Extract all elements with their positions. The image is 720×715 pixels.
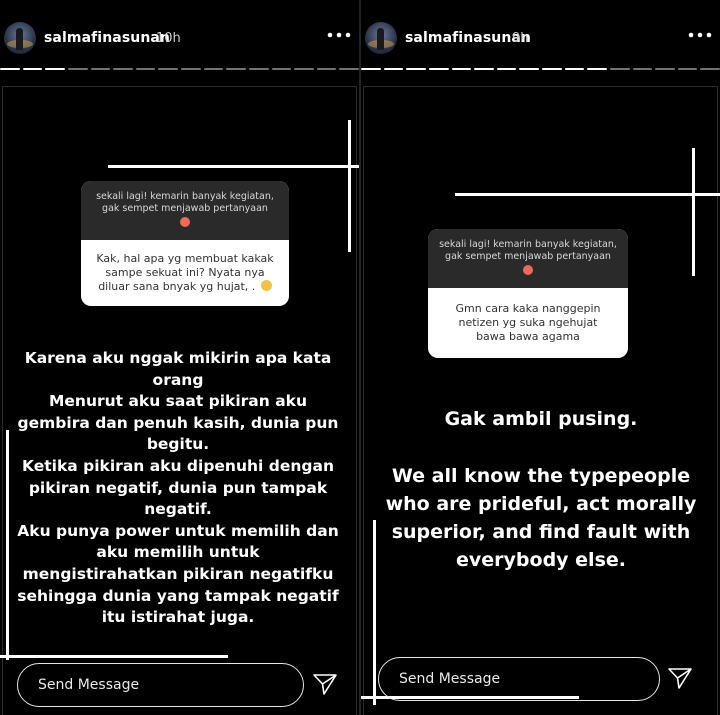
story-progress-bar	[361, 68, 720, 73]
decorative-line	[348, 120, 351, 252]
send-message-placeholder: Send Message	[38, 677, 140, 693]
answer-line: Aku punya power untuk memilih dan	[17, 521, 339, 540]
question-sticker: sekali lagi! kemarin banyak kegiatan, ga…	[81, 181, 289, 306]
more-horizontal-icon	[688, 32, 712, 38]
decorative-line	[692, 148, 695, 276]
answer-line: We all know the typepeople	[391, 465, 691, 487]
more-options-button[interactable]	[686, 25, 714, 45]
story-progress-bar	[0, 68, 359, 73]
decorative-line	[0, 655, 228, 658]
more-options-button[interactable]	[325, 25, 353, 45]
emoji-icon	[523, 265, 533, 275]
more-horizontal-icon	[327, 32, 351, 38]
story-panel-left[interactable]: salmafinasunan 10h sekali lagi! kemarin …	[0, 0, 359, 715]
story-time: 9h	[512, 31, 529, 46]
question-text: Gmn cara kaka nanggepin netizen yg suka …	[428, 288, 628, 358]
story-panel-right[interactable]: salmafinasunan 9h sekali lagi! kemarin b…	[361, 0, 720, 715]
answer-line: negatif.	[144, 500, 212, 519]
question-body: Kak, hal apa yg membuat kakak sampe seku…	[96, 252, 274, 293]
answer-line: superior, and find fault with	[391, 521, 691, 543]
reply-bar: Send Message	[361, 657, 720, 709]
answer-line: gembira dan penuh kasih, dunia pun	[17, 413, 339, 432]
decorative-line	[108, 165, 359, 168]
answer-line: mengistirahatkan pikiran negatifku	[22, 564, 334, 583]
story-header: salmafinasunan 10h	[0, 22, 359, 58]
answer-line: Menurut aku saat pikiran aku	[48, 392, 307, 411]
answer-text: Karena aku nggak mikirin apa kata orang …	[8, 348, 348, 629]
answer-line: sehingga dunia yang tampak negatif	[17, 586, 339, 605]
question-sticker-prompt: sekali lagi! kemarin banyak kegiatan, ga…	[439, 239, 617, 262]
question-sticker: sekali lagi! kemarin banyak kegiatan, ga…	[428, 229, 628, 358]
story-content	[363, 86, 718, 715]
answer-line: begitu.	[146, 435, 210, 454]
question-sticker-prompt: sekali lagi! kemarin banyak kegiatan, ga…	[96, 191, 274, 214]
decorative-line	[455, 193, 720, 196]
question-body: Gmn cara kaka nanggepin netizen yg suka …	[455, 302, 601, 343]
send-button[interactable]	[312, 671, 338, 697]
avatar[interactable]	[4, 22, 36, 54]
send-button[interactable]	[667, 665, 693, 691]
question-text: Kak, hal apa yg membuat kakak sampe seku…	[81, 240, 289, 306]
story-header: salmafinasunan 9h	[361, 22, 720, 58]
answer-line: who are prideful, act morally	[385, 493, 697, 515]
story-time: 10h	[156, 31, 181, 46]
question-sticker-header: sekali lagi! kemarin banyak kegiatan, ga…	[428, 229, 628, 288]
paper-plane-icon	[313, 674, 337, 695]
answer-line: everybody else.	[456, 549, 626, 571]
answer-title: Gak ambil pusing.	[444, 408, 638, 430]
avatar[interactable]	[365, 22, 397, 54]
paper-plane-icon	[668, 668, 692, 689]
send-message-placeholder: Send Message	[399, 671, 501, 687]
question-sticker-header: sekali lagi! kemarin banyak kegiatan, ga…	[81, 181, 289, 240]
answer-line: Karena aku nggak mikirin apa kata	[24, 349, 332, 367]
send-message-input[interactable]: Send Message	[378, 657, 660, 701]
send-message-input[interactable]: Send Message	[17, 663, 304, 707]
answer-line: Ketika pikiran aku dipenuhi dengan	[22, 456, 334, 475]
answer-line: aku memilih untuk	[96, 543, 260, 562]
answer-text: We all know the typepeople who are pride…	[371, 462, 711, 574]
emoji-icon	[180, 217, 190, 227]
answer-line: pikiran negatif, dunia pun tampak	[28, 478, 328, 497]
emoji-icon	[260, 280, 272, 291]
username[interactable]: salmafinasunan	[44, 30, 170, 46]
answer-line: orang	[152, 370, 204, 389]
reply-bar: Send Message	[0, 663, 359, 709]
answer-line: itu istirahat juga.	[101, 608, 255, 627]
